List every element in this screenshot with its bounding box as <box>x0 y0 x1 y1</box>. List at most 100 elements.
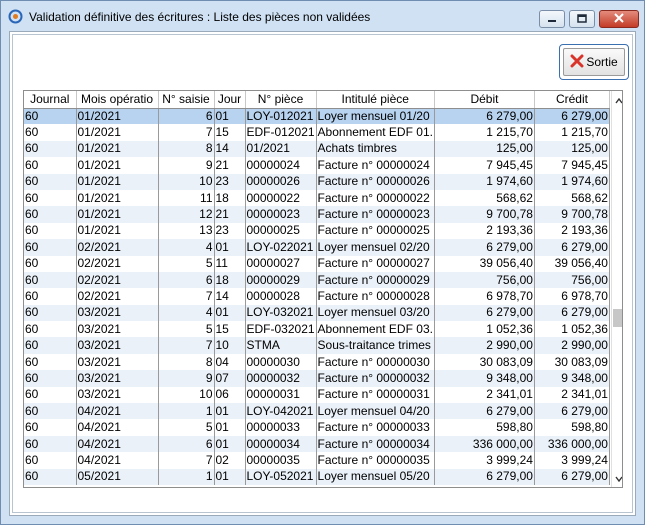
vertical-scrollbar[interactable] <box>611 91 622 487</box>
table-cell: 60 <box>24 468 77 485</box>
table-cell: 6 279,00 <box>434 304 535 322</box>
column-header[interactable]: Débit <box>434 91 535 109</box>
table-row[interactable]: 60 03/2021 9 07 00000032 Facture n° 00000032 9… <box>24 370 610 387</box>
table-row[interactable]: 60 04/2021 1 01 LOY-042021 Loyer mensuel 04/2… <box>24 403 610 420</box>
table-cell: 60 <box>24 304 77 322</box>
table-cell: 9 348,00 <box>534 370 610 387</box>
table-cell: Achats timbres <box>316 140 435 158</box>
table-cell: 4 <box>158 304 215 322</box>
table-row[interactable]: 60 03/2021 8 04 00000030 Facture n° 00000030 3… <box>24 353 610 371</box>
pieces-table[interactable]: Journal Mois opératio N° saisie Jour N° pièc… <box>23 90 623 488</box>
table-cell: 60 <box>24 452 77 469</box>
table-cell: 01 <box>214 108 246 125</box>
table-cell: 00000034 <box>245 435 317 453</box>
table-cell: 10 <box>158 386 215 404</box>
table-cell: 60 <box>24 173 77 190</box>
minimize-button[interactable] <box>539 10 565 28</box>
table-cell: 00000022 <box>245 189 317 207</box>
column-header[interactable]: Jour <box>214 91 246 109</box>
table-cell: 7 <box>158 124 215 141</box>
table-cell: Loyer mensuel 02/20 <box>316 239 435 256</box>
table-cell: 04/2021 <box>76 403 159 420</box>
table-cell: 01/2021 <box>76 173 159 190</box>
table-row[interactable]: 60 01/2021 13 23 00000025 Facture n° 00000025… <box>24 222 610 240</box>
table-cell: 03/2021 <box>76 321 159 338</box>
table-cell: 7 945,45 <box>434 157 535 174</box>
table-cell: 60 <box>24 255 77 272</box>
table-cell: 1 974,60 <box>534 173 610 190</box>
table-row[interactable]: 60 04/2021 5 01 00000033 Facture n° 00000033 5… <box>24 419 610 436</box>
table-row[interactable]: 60 02/2021 4 01 LOY-022021 Loyer mensuel 02/2… <box>24 239 610 256</box>
table-cell: 568,62 <box>434 189 535 207</box>
column-header[interactable]: Crédit <box>534 91 610 109</box>
column-header[interactable]: Mois opératio <box>76 91 159 109</box>
table-cell: 2 193,36 <box>534 222 610 240</box>
table-row[interactable]: 60 01/2021 10 23 00000026 Facture n° 00000026… <box>24 173 610 190</box>
column-header[interactable]: Journal <box>24 91 77 109</box>
table-cell: 14 <box>214 140 246 158</box>
table-row[interactable]: 60 02/2021 5 11 00000027 Facture n° 00000027 3… <box>24 255 610 272</box>
table-row[interactable]: 60 01/2021 7 15 EDF-012021 Abonnement EDF 01.… <box>24 124 610 141</box>
table-cell: 1 974,60 <box>434 173 535 190</box>
table-row[interactable]: 60 01/2021 11 18 00000022 Facture n° 00000022… <box>24 189 610 207</box>
table-cell: 05/2021 <box>76 468 159 485</box>
sortie-button[interactable]: Sortie <box>563 48 625 76</box>
table-cell: 5 <box>158 255 215 272</box>
table-row[interactable]: 60 01/2021 12 21 00000023 Facture n° 00000023… <box>24 206 610 223</box>
table-cell: 18 <box>214 189 246 207</box>
table-cell: 01/2021 <box>245 140 317 158</box>
table-row[interactable]: 60 03/2021 4 01 LOY-032021 Loyer mensuel 03/2… <box>24 304 610 322</box>
table-cell: 04/2021 <box>76 452 159 469</box>
table-cell: 1 <box>158 403 215 420</box>
table-cell: 18 <box>214 271 246 289</box>
table-row[interactable]: 60 05/2021 1 01 LOY-052021 Loyer mensuel 05/2… <box>24 468 610 485</box>
table-cell: 01/2021 <box>76 189 159 207</box>
table-cell: 04 <box>214 353 246 371</box>
table-cell: 1 215,70 <box>434 124 535 141</box>
table-cell: 03/2021 <box>76 386 159 404</box>
scroll-thumb[interactable] <box>613 309 622 327</box>
table-cell: 02/2021 <box>76 255 159 272</box>
table-cell: 11 <box>214 255 246 272</box>
scroll-down-button[interactable] <box>612 471 622 485</box>
table-cell: 12 <box>158 206 215 223</box>
table-cell: 2 193,36 <box>434 222 535 240</box>
table-cell: 02/2021 <box>76 288 159 305</box>
column-header[interactable]: N° saisie <box>158 91 215 109</box>
table-cell: 60 <box>24 222 77 240</box>
close-button[interactable] <box>599 10 639 28</box>
table-cell: LOY-012021 <box>245 108 317 125</box>
table-row[interactable]: 60 04/2021 6 01 00000034 Facture n° 00000034 3… <box>24 435 610 453</box>
table-cell: 60 <box>24 124 77 141</box>
table-cell: 3 999,24 <box>434 452 535 469</box>
table-cell: 01 <box>214 468 246 485</box>
table-cell: 07 <box>214 370 246 387</box>
table-cell: 7 <box>158 452 215 469</box>
table-row[interactable]: 60 03/2021 10 06 00000031 Facture n° 00000031… <box>24 386 610 404</box>
table-row[interactable]: 60 02/2021 7 14 00000028 Facture n° 00000028 6… <box>24 288 610 305</box>
minimize-icon <box>547 12 557 26</box>
table-cell: 6 279,00 <box>534 468 610 485</box>
column-header[interactable]: Intitulé pièce <box>316 91 435 109</box>
table-cell: Abonnement EDF 01. <box>316 124 435 141</box>
table-cell: 04/2021 <box>76 435 159 453</box>
table-cell: 336 000,00 <box>434 435 535 453</box>
table-row[interactable]: 60 03/2021 7 10 STMA Sous-traitance trimes 2 9… <box>24 337 610 354</box>
table-cell: 23 <box>214 173 246 190</box>
title-bar[interactable]: Validation définitive des écritures : Li… <box>1 1 644 31</box>
table-cell: Facture n° 00000028 <box>316 288 435 305</box>
table-cell: Facture n° 00000025 <box>316 222 435 240</box>
table-row[interactable]: 60 01/2021 6 01 LOY-012021 Loyer mensuel 01/2… <box>24 108 610 125</box>
maximize-button[interactable] <box>569 10 595 28</box>
table-row[interactable]: 60 03/2021 5 15 EDF-032021 Abonnement EDF 03.… <box>24 321 610 338</box>
table-row[interactable]: 60 04/2021 7 02 00000035 Facture n° 00000035 3… <box>24 452 610 469</box>
table-row[interactable]: 60 01/2021 8 14 01/2021 Achats timbres 125,00 1… <box>24 140 610 158</box>
table-cell: Loyer mensuel 04/20 <box>316 403 435 420</box>
table-row[interactable]: 60 01/2021 9 21 00000024 Facture n° 00000024 7… <box>24 157 610 174</box>
scroll-up-button[interactable] <box>612 93 622 107</box>
column-header[interactable]: N° pièce <box>245 91 317 109</box>
table-row[interactable]: 60 02/2021 6 18 00000029 Facture n° 00000029 7… <box>24 271 610 289</box>
table-cell: 2 341,01 <box>534 386 610 404</box>
table-cell: 3 999,24 <box>534 452 610 469</box>
close-icon <box>614 12 624 26</box>
